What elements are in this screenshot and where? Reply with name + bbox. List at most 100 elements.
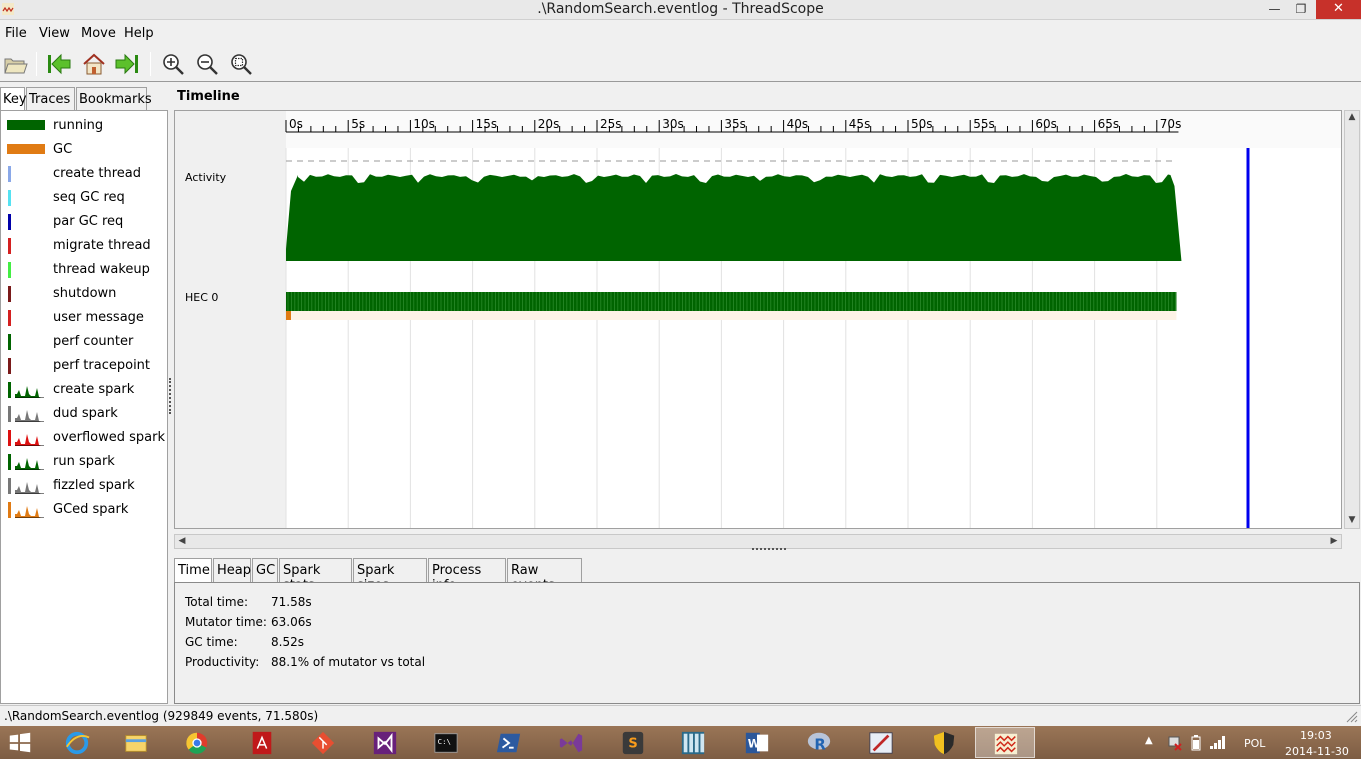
timeline-horizontal-scrollbar[interactable]: ◀ ▶ [174, 534, 1342, 549]
taskbar-button-powershell[interactable] [479, 727, 539, 758]
tab-heap[interactable]: Heap [213, 558, 251, 582]
activity-graph [286, 174, 1182, 261]
tab-process-info[interactable]: Process info [428, 558, 506, 593]
resize-grip-icon[interactable] [1345, 710, 1358, 723]
taskbar-button-git[interactable] [293, 727, 353, 758]
tab-gc[interactable]: GC [252, 558, 278, 582]
taskbar-button-command-prompt[interactable]: C:\ [416, 727, 476, 758]
hec0-gc-mark [286, 311, 291, 320]
tab-traces[interactable]: Traces [26, 87, 75, 110]
key-item-dud-spark: dud spark [1, 401, 167, 425]
taskbar-button-visual-studio[interactable] [355, 727, 415, 758]
taskbar: C:\ S W R ▲ POL 19:03 2014-11-30 [0, 726, 1361, 759]
key-item-user-message: user message [1, 305, 167, 329]
tick-label: 35s [724, 117, 746, 131]
menu-move[interactable]: Move [81, 26, 116, 41]
taskbar-button-sublime-text[interactable]: S [603, 727, 663, 758]
taskbar-button-word[interactable]: W [727, 727, 787, 758]
tab-bookmarks[interactable]: Bookmarks [76, 87, 152, 110]
scroll-down-arrow-icon[interactable]: ▼ [1345, 514, 1359, 528]
key-item-label: running [53, 118, 104, 133]
key-item-gced-spark: GCed spark [1, 497, 167, 521]
timeline-view[interactable]: 0s 5s 10s 15s 20s 25s 30s 35s 40s 45s 50s 55s 60s 65s… [174, 110, 1342, 529]
vertical-splitter-handle[interactable] [169, 378, 173, 414]
tab-time[interactable]: Time [174, 558, 212, 582]
status-text: .\RandomSearch.eventlog (929849 events, … [4, 709, 319, 723]
taskbar-button-security-shield[interactable] [914, 727, 974, 758]
taskbar-button-acrobat[interactable] [232, 727, 292, 758]
taskbar-button-file-explorer[interactable] [106, 727, 166, 758]
signal-strength-icon[interactable] [1209, 734, 1227, 750]
close-button[interactable]: ✕ [1316, 0, 1361, 19]
stat-value: 88.1% of mutator vs total [271, 655, 426, 669]
tick-label: 20s [538, 117, 560, 131]
chrome-icon [186, 732, 208, 754]
menu-view[interactable]: View [39, 26, 70, 41]
taskbar-button-r[interactable]: R [789, 727, 849, 758]
taskbar-button-internet-explorer[interactable] [47, 727, 107, 758]
language-indicator[interactable]: POL [1244, 737, 1265, 750]
word-icon: W [745, 732, 769, 754]
tick-label: 0s [289, 117, 303, 131]
zoom-in-icon[interactable] [160, 52, 186, 76]
gc-swatch-icon [7, 144, 45, 154]
key-item-gc: GC [1, 137, 167, 161]
taskbar-button-paint[interactable] [851, 727, 911, 758]
key-item-label: seq GC req [53, 190, 125, 205]
svg-text:C:\: C:\ [438, 737, 451, 746]
acrobat-icon [252, 731, 272, 755]
threadscope-icon [994, 733, 1018, 755]
svg-text:W: W [748, 738, 760, 751]
overflowed-spark-swatch-icon [8, 430, 44, 446]
taskbar-button-visual-studio-2[interactable] [541, 727, 601, 758]
stat-value: 8.52s [271, 635, 304, 649]
home-icon[interactable] [81, 52, 107, 76]
tick-label: 40s [787, 117, 809, 131]
tick-label: 55s [973, 117, 995, 131]
visual-studio-icon [373, 731, 397, 755]
tab-key[interactable]: Key [0, 87, 27, 110]
scroll-left-arrow-icon[interactable]: ◀ [175, 535, 189, 549]
key-item-running: running [1, 113, 167, 137]
taskbar-button-start[interactable] [0, 727, 44, 758]
menu-file[interactable]: File [5, 26, 27, 41]
scroll-up-arrow-icon[interactable]: ▲ [1345, 111, 1359, 125]
status-bar: .\RandomSearch.eventlog (929849 events, … [0, 705, 1361, 726]
tick-label: 65s [1098, 117, 1120, 131]
key-item-label: overflowed spark [53, 430, 166, 445]
jump-end-icon[interactable] [114, 52, 140, 76]
open-icon[interactable] [2, 52, 28, 76]
show-hidden-icons-icon[interactable]: ▲ [1145, 735, 1153, 746]
sublime-text-icon: S [622, 731, 644, 755]
clock-time[interactable]: 19:03 [1300, 729, 1332, 742]
powershell-icon [496, 733, 521, 753]
timeline-canvas[interactable]: 0s 5s 10s 15s 20s 25s 30s 35s 40s 45s 50s 55s 60s 65s… [175, 111, 1341, 528]
key-item-label: create spark [53, 382, 135, 397]
battery-icon[interactable] [1190, 734, 1202, 751]
title-bar: .\RandomSearch.eventlog - ThreadScope — … [0, 0, 1361, 20]
tick-label: 10s [413, 117, 435, 131]
scroll-right-arrow-icon[interactable]: ▶ [1327, 535, 1341, 549]
zoom-fit-icon[interactable] [228, 52, 254, 76]
key-item-label: shutdown [53, 286, 117, 301]
maximize-button[interactable]: ❐ [1287, 0, 1315, 19]
zoom-out-icon[interactable] [194, 52, 220, 76]
hec-row-label: HEC 0 [185, 291, 218, 304]
tab-raw-events[interactable]: Raw events [507, 558, 582, 593]
tab-spark-stats[interactable]: Spark stats [279, 558, 352, 593]
jump-start-icon[interactable] [46, 52, 72, 76]
tab-spark-sizes[interactable]: Spark sizes [353, 558, 427, 593]
menu-help[interactable]: Help [124, 26, 154, 41]
network-error-icon[interactable] [1167, 735, 1183, 751]
tick-label: 45s [849, 117, 871, 131]
minimize-button[interactable]: — [1262, 0, 1287, 19]
taskbar-button-grid-app[interactable] [663, 727, 723, 758]
horizontal-splitter-handle[interactable] [752, 548, 786, 552]
taskbar-button-threadscope[interactable] [975, 727, 1035, 758]
key-item-label: par GC req [53, 214, 124, 229]
clock-date[interactable]: 2014-11-30 [1285, 745, 1349, 758]
perf-counter-swatch-icon [8, 334, 11, 350]
taskbar-button-chrome[interactable] [167, 727, 227, 758]
timeline-vertical-scrollbar[interactable]: ▲ ▼ [1344, 110, 1360, 529]
svg-text:S: S [628, 737, 637, 752]
